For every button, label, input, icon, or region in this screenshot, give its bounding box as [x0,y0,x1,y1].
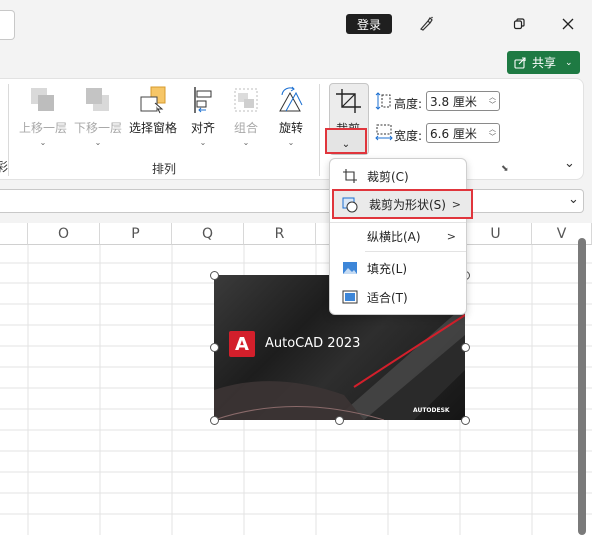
menu-item-crop-to-shape[interactable]: 裁剪为形状(S) > [332,189,473,219]
width-value: 6.6 厘米 [430,126,477,141]
submenu-arrow-icon: > [446,229,456,243]
group-divider [8,84,9,176]
chevron-down-icon: ⌄ [94,138,102,147]
height-spinner[interactable]: ︿ ﹀ [489,93,496,109]
column-header-u[interactable]: U [460,223,532,245]
share-icon [514,56,527,69]
group-objects-icon [234,88,258,112]
height-value: 3.8 厘米 [430,94,477,109]
menu-divider [365,251,466,252]
column-header-o[interactable]: O [28,223,100,245]
left-group-label: 彩 [0,160,9,174]
group-label: 组合 [233,121,258,135]
arrange-group-label: 排列 [152,162,177,176]
formula-bar[interactable] [0,189,584,213]
width-spinner[interactable]: ︿ ﹀ [489,125,496,141]
column-header-q[interactable]: Q [172,223,244,245]
resize-handle[interactable] [210,343,219,352]
align-label: 对齐 [190,121,215,135]
restore-window-icon[interactable] [502,10,536,38]
chevron-down-icon: ⌄ [287,138,295,147]
width-label: 宽度: [394,129,423,143]
login-button[interactable]: 登录 [346,14,392,34]
chevron-down-icon: ⌄ [565,57,573,68]
crop-icon[interactable] [335,88,363,117]
align-button[interactable]: 对齐 ⌄ [183,85,223,147]
menu-item-aspect-ratio[interactable]: 纵横比(A) > [330,222,466,250]
column-header[interactable] [0,223,28,245]
autocad-logo: A [229,331,255,357]
formula-expand-icon[interactable]: ⌄ [568,192,579,207]
resize-handle[interactable] [210,416,219,425]
height-label: 高度: [394,97,423,111]
submenu-arrow-icon: > [451,197,461,211]
pen-icon[interactable] [409,10,443,38]
group-divider [319,84,320,176]
resize-handle[interactable] [461,343,470,352]
close-icon[interactable] [551,10,585,38]
group-button[interactable]: 组合 ⌄ [226,85,266,147]
crop-dropdown-menu: 裁剪(C) 裁剪为形状(S) > 纵横比(A) > 填充(L) 适合(T) [329,158,473,315]
menu-item-label: 填充(L) [367,261,408,276]
resize-handle[interactable] [335,416,344,425]
column-header-r[interactable]: R [244,223,316,245]
bring-forward-icon [31,88,54,111]
menu-item-label: 纵横比(A) [367,229,421,244]
width-icon [375,124,393,145]
selection-pane-button[interactable]: 选择窗格 [127,85,179,136]
menu-item-label: 裁剪(C) [367,169,409,184]
menu-item-fill[interactable]: 填充(L) [330,254,466,282]
rotate-icon [279,86,303,112]
ribbon-collapse-icon[interactable]: ⌄ [564,156,575,171]
height-input[interactable]: 3.8 厘米 ︿ ﹀ [426,91,500,111]
autodesk-wordmark: AUTODESK [413,407,450,414]
selection-pane-icon [140,86,166,114]
autocad-brand-text: AutoCAD 2023 [265,336,361,351]
height-icon [375,92,391,113]
column-header-p[interactable]: P [100,223,172,245]
bring-forward-button[interactable]: 上移一层 ⌄ [17,85,69,147]
share-button[interactable]: 共享 ⌄ [507,51,580,74]
width-input[interactable]: 6.6 厘米 ︿ ﹀ [426,123,500,143]
rotate-button[interactable]: 旋转 ⌄ [270,85,312,147]
rotate-label: 旋转 [278,121,303,135]
vertical-scrollbar[interactable] [578,238,586,535]
chevron-down-icon: ⌄ [39,138,47,147]
crop-dropdown-button[interactable]: ⌄ [325,128,367,154]
menu-item-label: 适合(T) [367,290,408,305]
align-icon [194,87,212,113]
bring-forward-label: 上移一层 [18,121,67,135]
resize-handle[interactable] [461,416,470,425]
share-label: 共享 [532,56,557,70]
fill-picture-icon [342,260,358,276]
chevron-down-icon: ⌄ [242,138,250,147]
chevron-down-icon: ⌄ [199,138,207,147]
send-backward-icon [86,88,109,111]
selection-pane-label: 选择窗格 [128,121,177,135]
resize-handle[interactable] [210,271,219,280]
crop-to-shape-icon [342,197,358,213]
menu-item-fit[interactable]: 适合(T) [330,283,466,311]
crop-icon [342,168,358,184]
menu-item-crop[interactable]: 裁剪(C) [330,162,466,190]
search-box[interactable] [0,10,15,40]
chevron-down-icon: ⌄ [341,138,351,150]
fit-picture-icon [342,289,358,305]
menu-item-label: 裁剪为形状(S) [369,197,446,212]
send-backward-button[interactable]: 下移一层 ⌄ [72,85,124,147]
size-dialog-launcher-icon[interactable]: ⬊ [501,164,509,174]
send-backward-label: 下移一层 [73,121,122,135]
